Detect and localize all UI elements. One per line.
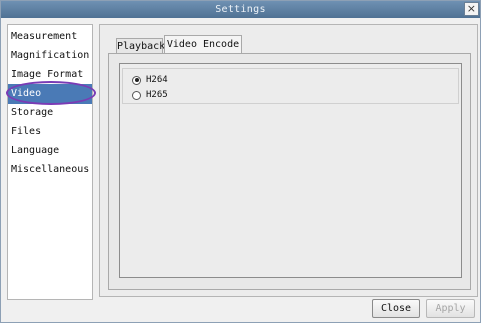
sidebar-item-language[interactable]: Language (8, 141, 92, 161)
radio-label: H264 (146, 75, 168, 85)
encode-frame: H264 H265 (119, 63, 462, 278)
sidebar-item-image-format[interactable]: Image Format (8, 65, 92, 85)
codec-option-group: H264 H265 (122, 68, 459, 104)
sidebar-item-label: Magnification (11, 50, 90, 61)
sidebar-item-label: Miscellaneous (11, 164, 90, 175)
title-bar: Settings × (1, 1, 480, 18)
sidebar-item-measurement[interactable]: Measurement (8, 27, 92, 47)
sidebar-item-label: Files (11, 126, 42, 137)
close-button[interactable]: Close (372, 299, 420, 318)
sidebar-item-files[interactable]: Files (8, 122, 92, 142)
tab-label: Video Encode (166, 39, 240, 50)
radio-option-h265[interactable]: H265 (132, 88, 168, 102)
sidebar-item-miscellaneous[interactable]: Miscellaneous (8, 160, 92, 180)
tab-video-encode[interactable]: Video Encode (164, 35, 242, 54)
settings-content-area: Playback Video Encode H264 H265 (99, 24, 478, 297)
tab-label: Playback (117, 41, 166, 52)
radio-option-h264[interactable]: H264 (132, 73, 168, 87)
sidebar-item-storage[interactable]: Storage (8, 103, 92, 123)
settings-sidebar: Measurement Magnification Image Format V… (6, 24, 96, 300)
radio-checked-icon[interactable] (132, 75, 141, 85)
sidebar-item-label: Storage (11, 107, 54, 118)
radio-unchecked-icon[interactable] (132, 90, 141, 100)
radio-label: H265 (146, 90, 168, 100)
sidebar-item-label: Video (11, 88, 42, 99)
apply-button[interactable]: Apply (426, 299, 475, 318)
tab-playback[interactable]: Playback (116, 38, 166, 54)
sidebar-item-label: Measurement (11, 31, 78, 42)
settings-window: Settings × Measurement Magnification Ima… (0, 0, 481, 323)
sidebar-item-label: Language (11, 145, 60, 156)
sidebar-item-magnification[interactable]: Magnification (8, 46, 92, 66)
video-encode-panel: H264 H265 (108, 53, 471, 290)
window-title: Settings (215, 4, 266, 15)
close-icon[interactable]: × (464, 2, 479, 16)
sidebar-item-video[interactable]: Video (8, 84, 92, 104)
sidebar-item-label: Image Format (11, 69, 84, 80)
